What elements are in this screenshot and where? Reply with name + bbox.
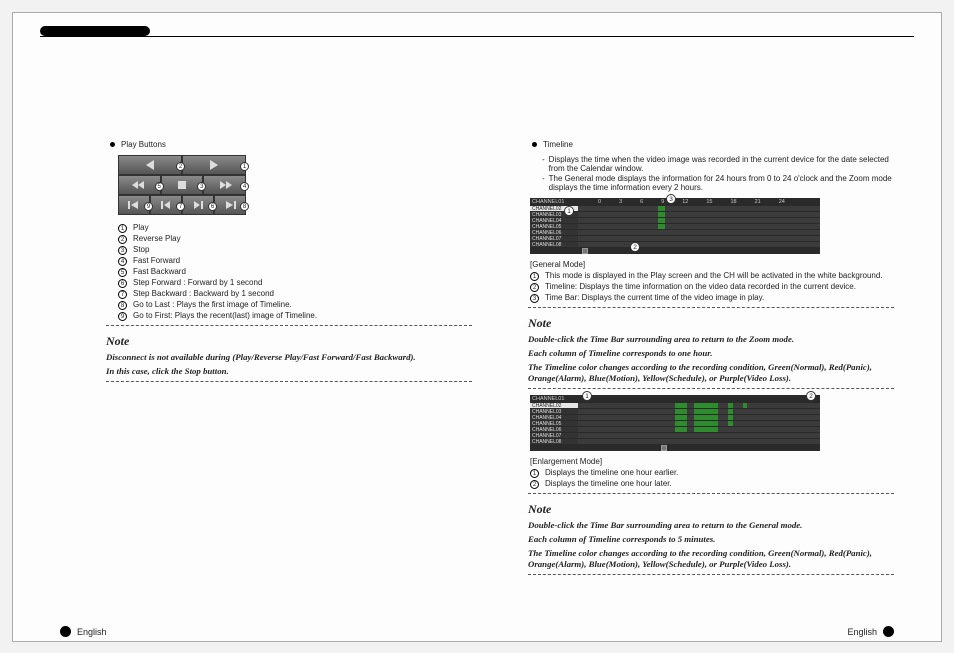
footer-right: English [847,626,894,637]
footer-left-text: English [77,627,107,637]
desc-text: The General mode displays the informatio… [549,174,894,192]
timeline-enlarge-graphic: 1 2 CHANNEL01 CHANNEL02 CHANNEL03 CHANNE… [530,395,820,451]
timeline-heading: Timeline [532,140,894,149]
list-item: 3Stop [118,245,472,255]
ch-header: CHANNEL01 [532,199,580,205]
bullet-icon [532,142,537,147]
note-title: Note [528,316,894,331]
stop-button[interactable]: 3 [161,175,204,195]
step-backward-button[interactable]: 7 [150,195,182,215]
item-text: Time Bar: Displays the current time of t… [545,293,764,302]
play-button[interactable]: 1 [182,155,246,175]
list-item: 2Reverse Play [118,234,472,244]
bullet-icon [110,142,115,147]
list-item: 5Fast Backward [118,267,472,277]
desc-item: -The General mode displays the informati… [542,174,894,192]
item-text: Displays the timeline one hour earlier. [545,468,678,477]
play-buttons-graphic: 2 1 5 3 4 [118,155,246,215]
list-item: 3Time Bar: Displays the current time of … [530,293,894,303]
note-body: Each column of Timeline corresponds to 5… [528,534,890,545]
page-dot-icon [60,626,71,637]
item-text: Step Backward : Backward by 1 second [133,289,274,298]
dashed-separator [106,381,472,382]
note-body: The Timeline color changes according to … [528,362,890,384]
footer-right-text: English [847,627,877,637]
fast-backward-button[interactable]: 5 [118,175,161,195]
dashed-separator [528,493,894,494]
badge-8: 8 [240,202,249,211]
play-buttons-label: Play Buttons [121,140,166,149]
note-body: The Timeline color changes according to … [528,548,890,570]
item-text: Step Forward : Forward by 1 second [133,278,262,287]
badge-4: 4 [240,182,249,191]
note-body: Double-click the Time Bar surrounding ar… [528,334,890,345]
list-item: 6Step Forward : Forward by 1 second [118,278,472,288]
item-text: Go to Last : Plays the first image of Ti… [133,300,292,309]
timeline-slider[interactable] [530,248,820,254]
list-item: 9Go to First: Plays the recent(last) ima… [118,311,472,321]
item-text: Fast Forward [133,256,180,265]
item-text: Timeline: Displays the time information … [545,282,856,291]
fast-forward-button[interactable]: 4 [203,175,246,195]
list-item: 4Fast Forward [118,256,472,266]
badge-9: 9 [144,202,153,211]
item-text: Displays the timeline one hour later. [545,479,672,488]
badge-2: 2 [176,162,185,171]
item-text: This mode is displayed in the Play scree… [545,271,883,280]
note-title: Note [106,334,472,349]
desc-item: -Displays the time when the video image … [542,155,894,173]
item-text: Fast Backward [133,267,186,276]
timeline-general-graphic: 1 3 2 CHANNEL01 0 3 6 9 12 15 18 21 24 C… [530,198,820,254]
go-to-first-button[interactable]: 9 [118,195,150,215]
badge-7: 7 [176,202,185,211]
list-item: 1This mode is displayed in the Play scre… [530,271,894,281]
ch-header: CHANNEL01 [532,396,580,402]
timeline-slider[interactable] [530,445,820,451]
top-black-tab [40,26,150,36]
dashed-separator [528,574,894,575]
page-dot-icon [883,626,894,637]
dashed-separator [106,325,472,326]
list-item: 1Displays the timeline one hour earlier. [530,468,894,478]
note-body: In this case, click the Stop button. [106,366,468,377]
desc-text: Displays the time when the video image w… [549,155,894,173]
item-text: Reverse Play [133,234,181,243]
list-item: 8Go to Last : Plays the first image of T… [118,300,472,310]
right-column: Timeline -Displays the time when the vid… [522,140,894,579]
list-item: 1Play [118,223,472,233]
badge-1: 1 [240,162,249,171]
footer-left: English [60,626,107,637]
dashed-separator [528,388,894,389]
note-title: Note [528,502,894,517]
enlarge-mode-label: [Enlargement Mode] [530,457,894,466]
top-rule [40,36,914,37]
dashed-separator [528,307,894,308]
note-body: Each column of Timeline corresponds to o… [528,348,890,359]
timeline-label: Timeline [543,140,573,149]
note-body: Disconnect is not available during (Play… [106,352,468,363]
item-text: Stop [133,245,149,254]
list-item: 2Displays the timeline one hour later. [530,479,894,489]
item-text: Play [133,223,149,232]
reverse-play-button[interactable]: 2 [118,155,182,175]
general-mode-label: [General Mode] [530,260,894,269]
badge-6: 6 [208,202,217,211]
badge-5: 5 [155,182,164,191]
item-text: Go to First: Plays the recent(last) imag… [133,311,317,320]
step-forward-button[interactable]: 6 [182,195,214,215]
note-body: Double-click the Time Bar surrounding ar… [528,520,890,531]
list-item: 2Timeline: Displays the time information… [530,282,894,292]
go-to-last-button[interactable]: 8 [214,195,246,215]
list-item: 7Step Backward : Backward by 1 second [118,289,472,299]
play-buttons-heading: Play Buttons [110,140,472,149]
left-column: Play Buttons 2 1 5 [100,140,472,579]
